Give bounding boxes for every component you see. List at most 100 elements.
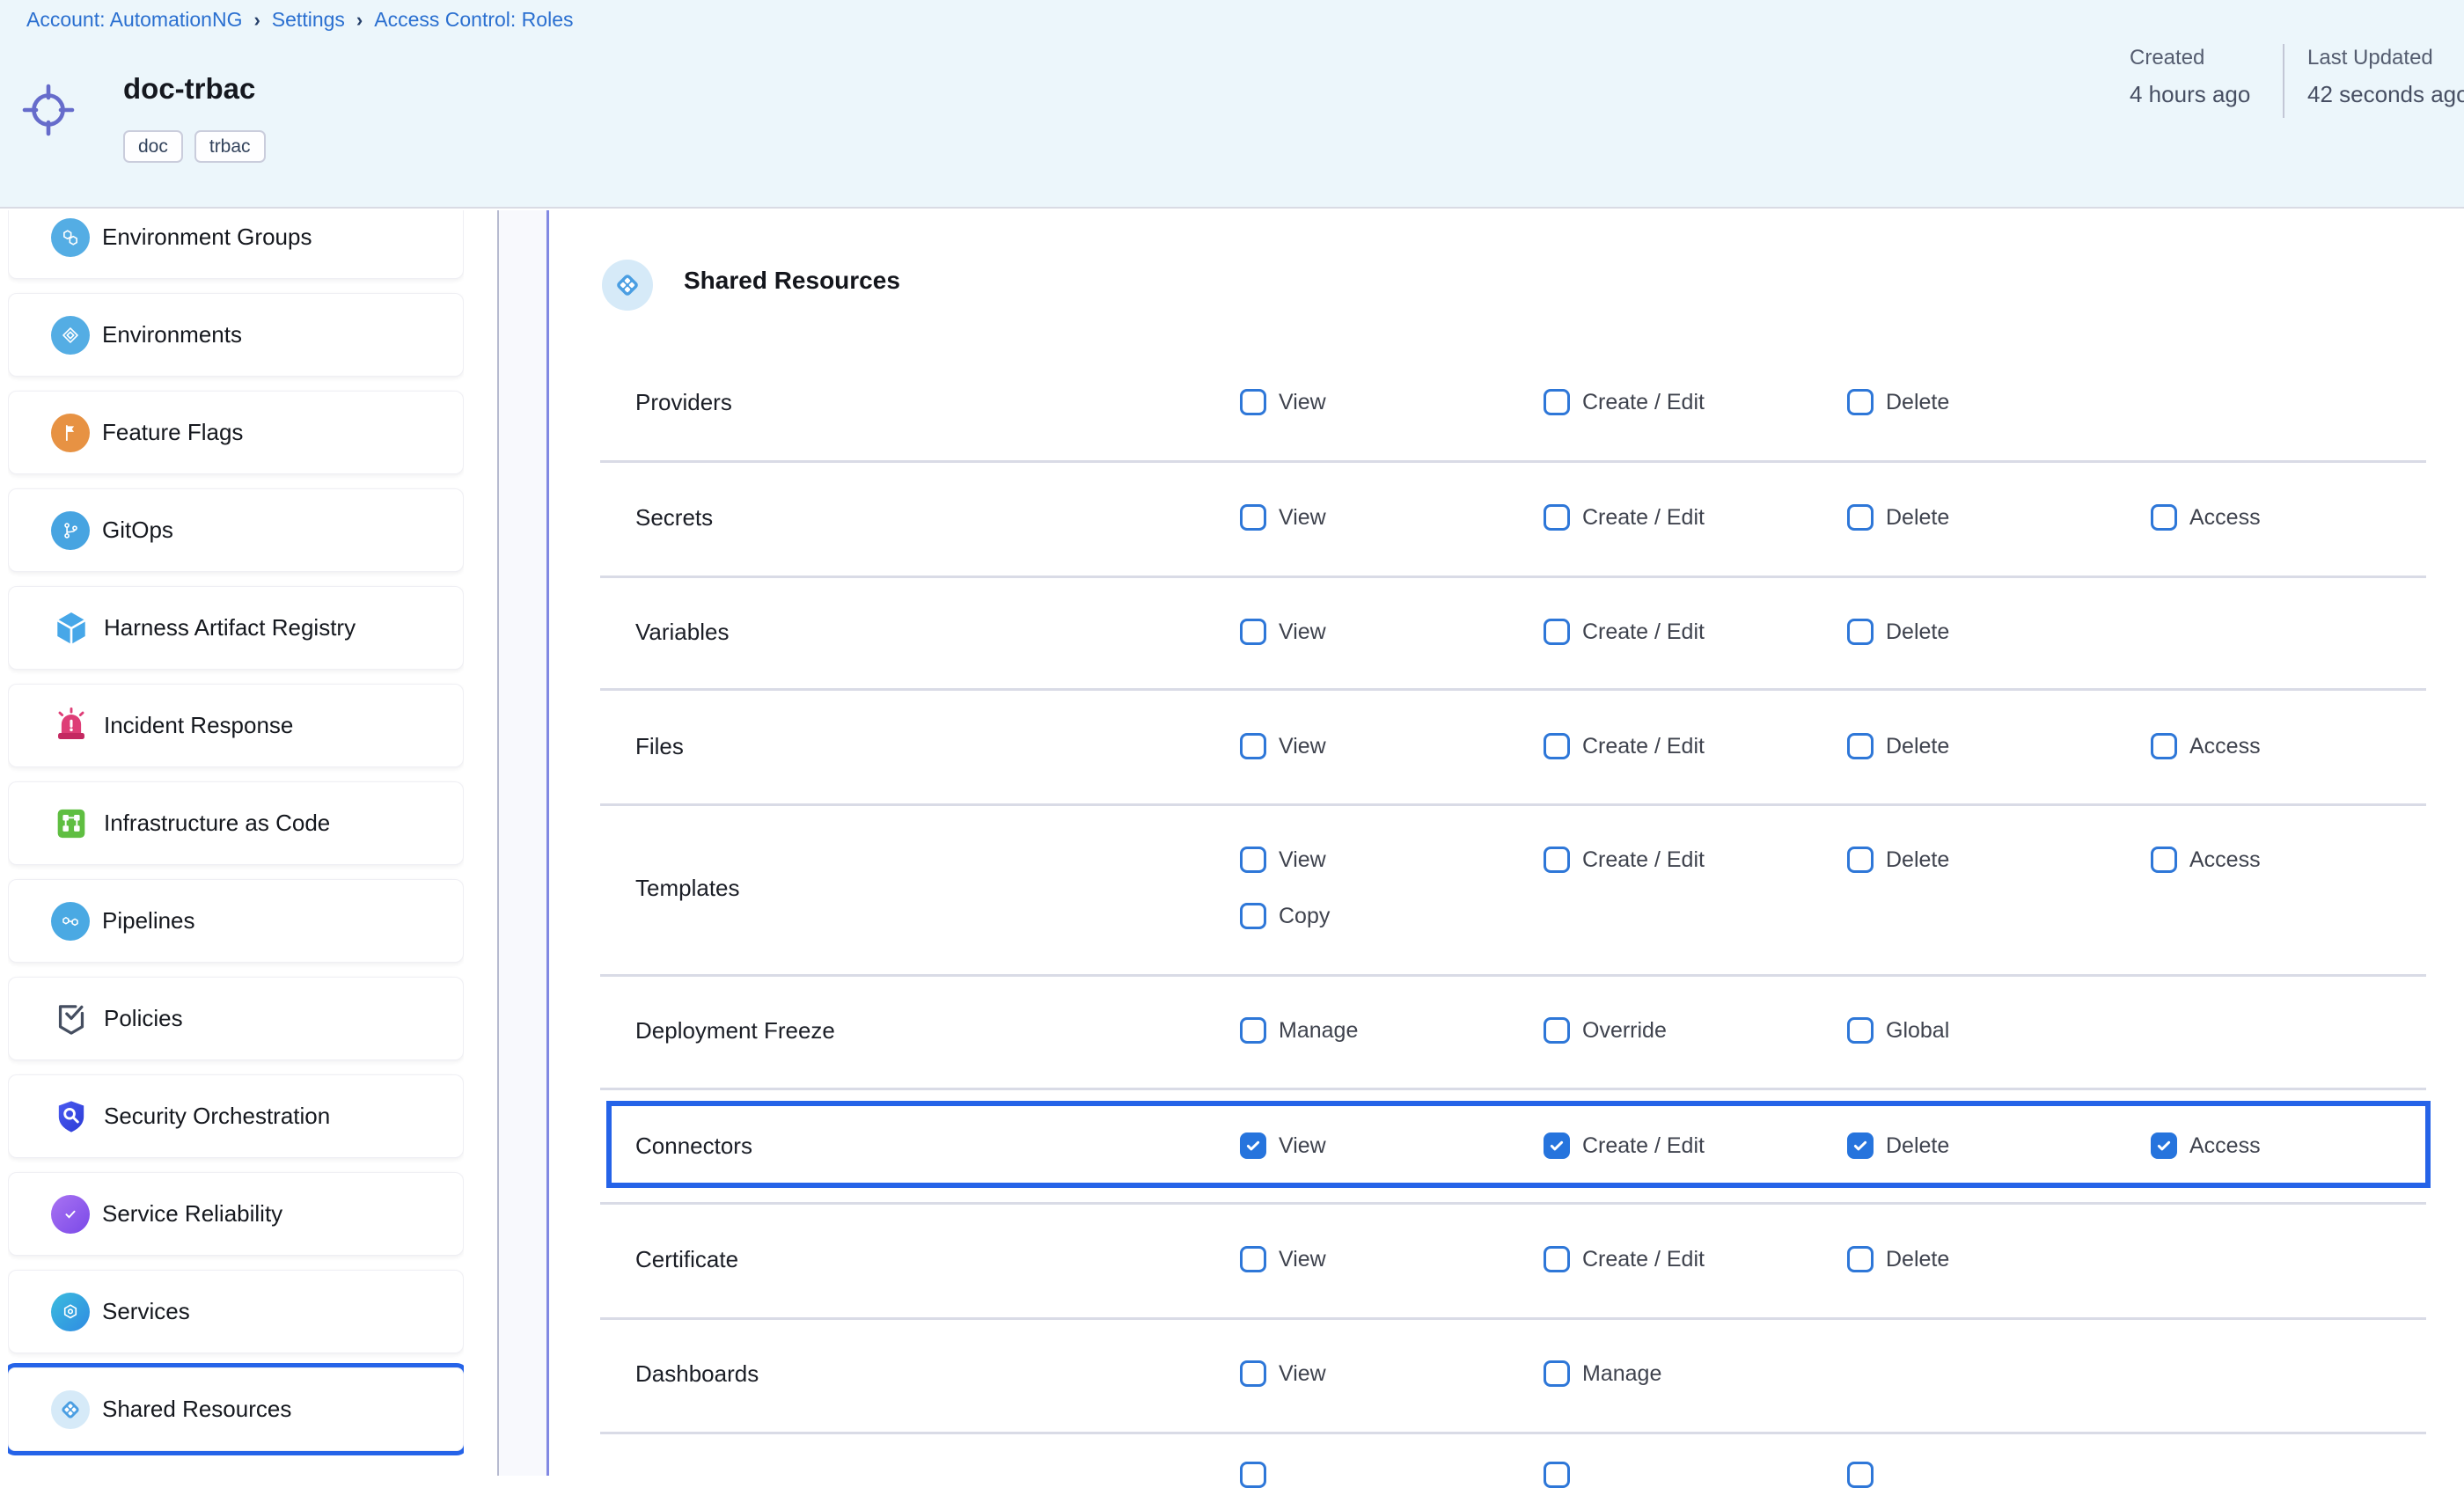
templates-copy-checkbox[interactable] (1240, 903, 1266, 929)
permission[interactable] (1847, 1462, 1874, 1488)
connectors-delete-checkbox[interactable] (1847, 1132, 1874, 1159)
row-divider (600, 1317, 2426, 1320)
permission-label: Access (2189, 847, 2261, 873)
connectors-create-edit-checkbox[interactable] (1544, 1132, 1570, 1159)
dashboards-view-checkbox[interactable] (1240, 1360, 1266, 1387)
connectors-create-edit-permission[interactable]: Create / Edit (1544, 1132, 1705, 1159)
breadcrumb-link-access-control-roles[interactable]: Access Control: Roles (374, 8, 573, 32)
variables-delete-checkbox[interactable] (1847, 619, 1874, 645)
files-delete-permission[interactable]: Delete (1847, 733, 1949, 759)
sidebar-item-gitops[interactable]: GitOps (8, 488, 464, 572)
sidebar-item-environment-groups[interactable]: Environment Groups (8, 210, 464, 279)
permission-label: Manage (1582, 1360, 1661, 1387)
checkbox[interactable] (1544, 1462, 1570, 1488)
connectors-access-checkbox[interactable] (2151, 1132, 2177, 1159)
templates-view-permission[interactable]: View (1240, 847, 1326, 873)
breadcrumb-link-settings[interactable]: Settings (272, 8, 345, 32)
variables-delete-permission[interactable]: Delete (1847, 619, 1949, 645)
variables-view-checkbox[interactable] (1240, 619, 1266, 645)
secrets-delete-permission[interactable]: Delete (1847, 504, 1949, 531)
certificate-view-permission[interactable]: View (1240, 1246, 1326, 1272)
permission-label: Create / Edit (1582, 1246, 1705, 1272)
secrets-view-permission[interactable]: View (1240, 504, 1326, 531)
templates-view-checkbox[interactable] (1240, 847, 1266, 873)
sidebar-item-environments[interactable]: Environments (8, 293, 464, 377)
providers-view-checkbox[interactable] (1240, 389, 1266, 415)
created-meta: Created 4 hours ago (2130, 46, 2250, 108)
deployment-freeze-override-checkbox[interactable] (1544, 1017, 1570, 1044)
files-create-edit-checkbox[interactable] (1544, 733, 1570, 759)
files-access-permission[interactable]: Access (2151, 733, 2261, 759)
templates-delete-permission[interactable]: Delete (1847, 847, 1949, 873)
connectors-delete-permission[interactable]: Delete (1847, 1132, 1949, 1159)
certificate-delete-permission[interactable]: Delete (1847, 1246, 1949, 1272)
sidebar-item-security-orchestration[interactable]: Security Orchestration (8, 1074, 464, 1158)
secrets-create-edit-checkbox[interactable] (1544, 504, 1570, 531)
updated-value: 42 seconds ago (2307, 81, 2464, 108)
dashboards-manage-permission[interactable]: Manage (1544, 1360, 1661, 1387)
checkbox[interactable] (1847, 1462, 1874, 1488)
sidebar-item-pipelines[interactable]: Pipelines (8, 879, 464, 963)
templates-copy-permission[interactable]: Copy (1240, 903, 1330, 929)
providers-create-edit-permission[interactable]: Create / Edit (1544, 389, 1705, 415)
permission-label: Override (1582, 1017, 1667, 1044)
deployment-freeze-global-checkbox[interactable] (1847, 1017, 1874, 1044)
templates-create-edit-permission[interactable]: Create / Edit (1544, 847, 1705, 873)
permission-label: Manage (1279, 1017, 1358, 1044)
panel-splitter[interactable] (497, 210, 549, 1476)
sidebar-item-infrastructure-as-code[interactable]: Infrastructure as Code (8, 781, 464, 865)
secrets-access-checkbox[interactable] (2151, 504, 2177, 531)
certificate-create-edit-permission[interactable]: Create / Edit (1544, 1246, 1705, 1272)
pipelines-icon (51, 902, 90, 941)
providers-view-permission[interactable]: View (1240, 389, 1326, 415)
row-divider (600, 803, 2426, 806)
files-view-permission[interactable]: View (1240, 733, 1326, 759)
sidebar-item-services[interactable]: Services (8, 1270, 464, 1353)
variables-view-permission[interactable]: View (1240, 619, 1326, 645)
sidebar-item-shared-resources[interactable]: Shared Resources (8, 1367, 464, 1451)
templates-delete-checkbox[interactable] (1847, 847, 1874, 873)
templates-create-edit-checkbox[interactable] (1544, 847, 1570, 873)
certificate-create-edit-checkbox[interactable] (1544, 1246, 1570, 1272)
dashboards-view-permission[interactable]: View (1240, 1360, 1326, 1387)
resource-category-sidebar: Environment Groups Environments Feature Fl… (8, 210, 464, 1476)
permission[interactable] (1240, 1462, 1266, 1488)
checkbox[interactable] (1240, 1462, 1266, 1488)
providers-create-edit-checkbox[interactable] (1544, 389, 1570, 415)
dashboards-manage-checkbox[interactable] (1544, 1360, 1570, 1387)
connectors-access-permission[interactable]: Access (2151, 1132, 2261, 1159)
variables-create-edit-checkbox[interactable] (1544, 619, 1570, 645)
sidebar-item-harness-artifact-registry[interactable]: Harness Artifact Registry (8, 586, 464, 670)
files-access-checkbox[interactable] (2151, 733, 2177, 759)
secrets-view-checkbox[interactable] (1240, 504, 1266, 531)
providers-delete-checkbox[interactable] (1847, 389, 1874, 415)
templates-access-checkbox[interactable] (2151, 847, 2177, 873)
secrets-delete-checkbox[interactable] (1847, 504, 1874, 531)
deployment-freeze-global-permission[interactable]: Global (1847, 1017, 1949, 1044)
connectors-view-permission[interactable]: View (1240, 1132, 1326, 1159)
files-view-checkbox[interactable] (1240, 733, 1266, 759)
deployment-freeze-manage-permission[interactable]: Manage (1240, 1017, 1358, 1044)
providers-delete-permission[interactable]: Delete (1847, 389, 1949, 415)
variables-create-edit-permission[interactable]: Create / Edit (1544, 619, 1705, 645)
permission-label: Create / Edit (1582, 389, 1705, 415)
sidebar-item-service-reliability[interactable]: Service Reliability (8, 1172, 464, 1256)
deployment-freeze-override-permission[interactable]: Override (1544, 1017, 1667, 1044)
sidebar-item-incident-response[interactable]: Incident Response (8, 684, 464, 767)
breadcrumb-link-account-automationng[interactable]: Account: AutomationNG (26, 8, 242, 32)
sidebar-item-policies[interactable]: Policies (8, 977, 464, 1060)
secrets-create-edit-permission[interactable]: Create / Edit (1544, 504, 1705, 531)
templates-access-permission[interactable]: Access (2151, 847, 2261, 873)
certificate-view-checkbox[interactable] (1240, 1246, 1266, 1272)
certificate-delete-checkbox[interactable] (1847, 1246, 1874, 1272)
secrets-access-permission[interactable]: Access (2151, 504, 2261, 531)
connectors-view-checkbox[interactable] (1240, 1132, 1266, 1159)
files-create-edit-permission[interactable]: Create / Edit (1544, 733, 1705, 759)
updated-meta: Last Updated 42 seconds ago (2307, 46, 2464, 108)
files-delete-checkbox[interactable] (1847, 733, 1874, 759)
sidebar-item-feature-flags[interactable]: Feature Flags (8, 391, 464, 474)
deployment-freeze-manage-checkbox[interactable] (1240, 1017, 1266, 1044)
permission-label: Create / Edit (1582, 847, 1705, 873)
sidebar-item-label: Infrastructure as Code (104, 810, 330, 837)
permission[interactable] (1544, 1462, 1570, 1488)
